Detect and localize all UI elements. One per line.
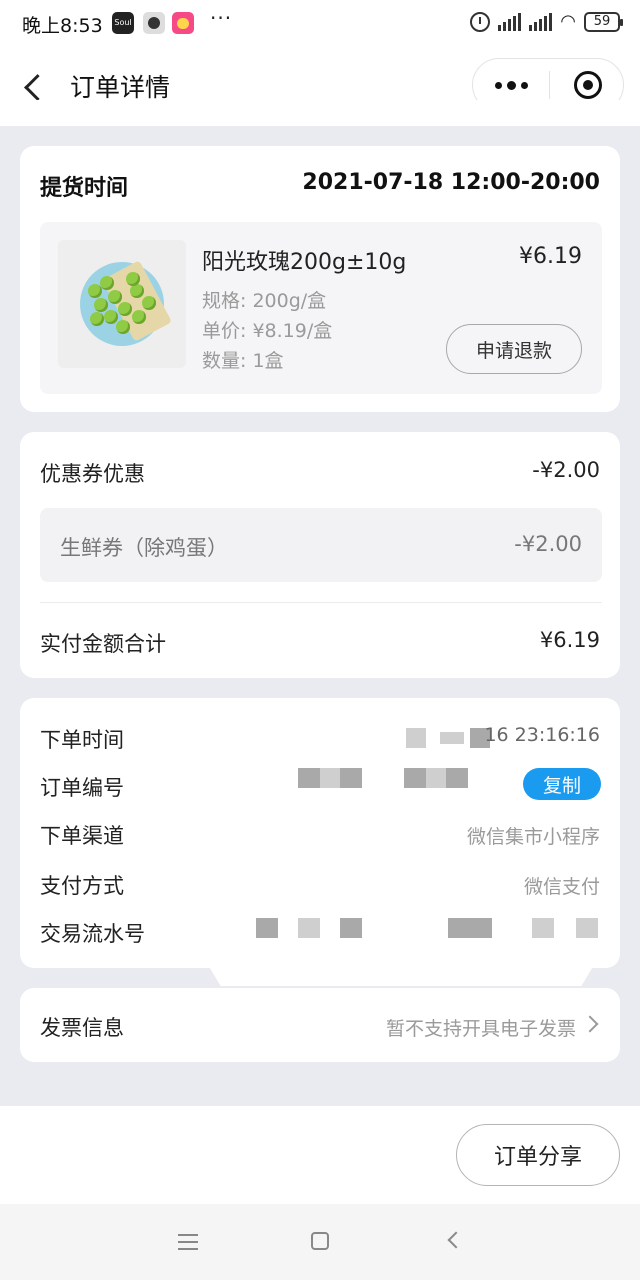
redacted-block: [406, 728, 426, 748]
signal-icon: [498, 12, 522, 31]
redacted-block: [446, 768, 468, 788]
product-item[interactable]: 阳光玫瑰200g±10g ¥6.19 规格: 200g/盒 单价: ¥8.19/…: [40, 222, 602, 394]
coupon-item: 生鲜券（除鸡蛋） -¥2.00: [40, 508, 602, 582]
page-title: 订单详情: [70, 73, 171, 102]
home-icon[interactable]: [311, 1232, 329, 1250]
alarm-icon: [470, 11, 491, 32]
capsule-divider: [549, 71, 550, 99]
payment-method-value: 微信支付: [523, 876, 600, 898]
payment-summary-card: 优惠券优惠 -¥2.00 生鲜券（除鸡蛋） -¥2.00 实付金额合计 ¥6.1…: [20, 432, 620, 678]
product-spec: 规格: 200g/盒: [202, 290, 327, 312]
payment-method-label: 支付方式: [40, 874, 124, 898]
redacted-block: [404, 768, 426, 788]
product-unit-price: 单价: ¥8.19/盒: [202, 320, 333, 342]
invoice-value: 暂不支持开具电子发票: [385, 1018, 576, 1040]
status-bar: 晚上8:53 Soul ··· ◠ 59: [0, 0, 640, 46]
card-notch: [205, 960, 597, 986]
battery-icon: 59: [584, 11, 623, 32]
product-name: 阳光玫瑰200g±10g: [202, 250, 407, 275]
camera-app-icon: [143, 12, 165, 34]
system-nav-bar: [0, 1204, 640, 1280]
product-price: ¥6.19: [519, 244, 582, 269]
more-notifications-icon: ···: [210, 6, 233, 30]
signal-icon-2: [529, 12, 553, 31]
total-paid-label: 实付金额合计: [40, 632, 166, 656]
status-indicators: ◠ 59: [470, 11, 623, 32]
notification-app-icon: [172, 12, 194, 34]
redacted-block: [576, 918, 598, 938]
pickup-time: 2021-07-18 12:00-20:00: [302, 170, 600, 195]
status-time: 晚上8:53: [22, 15, 103, 37]
pickup-card: 提货时间 2021-07-18 12:00-20:00 阳光玫瑰200g±10g…: [20, 146, 620, 412]
soul-app-icon: Soul: [112, 12, 134, 34]
redacted-block: [340, 768, 362, 788]
redacted-block: [256, 918, 278, 938]
previous-card-edge: [20, 100, 620, 126]
invoice-label: 发票信息: [40, 1016, 124, 1040]
system-back-icon[interactable]: [447, 1231, 465, 1249]
divider: [40, 602, 602, 603]
order-channel-label: 下单渠道: [40, 824, 124, 848]
order-time-label: 下单时间: [40, 728, 124, 752]
product-image: [58, 240, 186, 368]
coupon-amount: -¥2.00: [514, 532, 582, 556]
menu-icon[interactable]: [178, 1234, 198, 1250]
redacted-block: [440, 732, 464, 744]
invoice-row[interactable]: 发票信息 暂不支持开具电子发票: [20, 988, 620, 1062]
coupon-name: 生鲜券（除鸡蛋）: [60, 536, 228, 560]
chevron-right-icon: [581, 1015, 599, 1033]
redacted-block: [448, 918, 492, 938]
share-order-button[interactable]: 订单分享: [456, 1124, 620, 1186]
redacted-block: [298, 918, 320, 938]
back-icon[interactable]: [22, 70, 48, 104]
total-paid-amount: ¥6.19: [539, 628, 600, 652]
coupon-discount-amount: -¥2.00: [532, 458, 600, 482]
bottom-action-bar: 订单分享: [0, 1106, 640, 1204]
redacted-block: [426, 768, 446, 788]
redacted-block: [298, 768, 320, 788]
product-quantity: 数量: 1盒: [202, 350, 284, 372]
order-number-label: 订单编号: [40, 776, 124, 800]
coupon-discount-label: 优惠券优惠: [40, 462, 145, 486]
close-miniprogram-icon[interactable]: [574, 71, 602, 99]
order-time-value: 16 23:16:16: [484, 724, 600, 746]
order-info-card: 下单时间 16 23:16:16 订单编号 复制 下单渠道 微信集市小程序 支付…: [20, 698, 620, 968]
wifi-icon: ◠: [560, 11, 576, 32]
order-channel-value: 微信集市小程序: [466, 826, 600, 848]
refund-button[interactable]: 申请退款: [446, 324, 582, 374]
transaction-number-label: 交易流水号: [40, 922, 145, 946]
redacted-block: [340, 918, 362, 938]
redacted-block: [532, 918, 554, 938]
redacted-block: [320, 768, 340, 788]
pickup-label: 提货时间: [40, 176, 129, 201]
copy-order-number-button[interactable]: 复制: [523, 768, 601, 800]
